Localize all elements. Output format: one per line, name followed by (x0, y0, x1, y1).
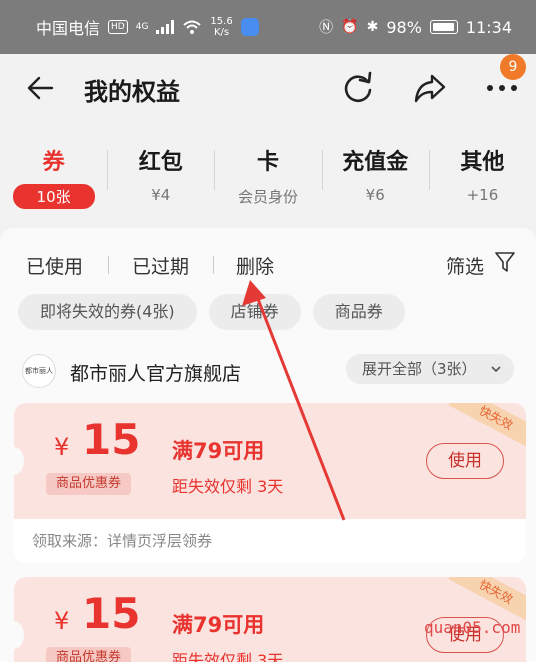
tab-coupons[interactable]: 券 10张 (0, 122, 107, 218)
nfc-icon: Ⓝ (319, 20, 334, 36)
coupon-type-badge: 商品优惠券 (46, 473, 132, 495)
coupon-source: 领取来源：详情页浮层领券 (14, 519, 526, 563)
divider (108, 256, 109, 274)
carrier-label: 中国电信 (36, 19, 101, 38)
currency-symbol: ¥ (54, 607, 70, 635)
bluetooth-icon: ✱ (366, 19, 379, 35)
quick-filter-chips: 即将失效的券(4张) 店铺券 商品券 (18, 294, 405, 330)
back-arrow-icon[interactable] (26, 74, 54, 102)
ticket-notch (14, 621, 24, 649)
notification-badge: 9 (500, 54, 526, 80)
chip-expiring-soon[interactable]: 即将失效的券(4张) (18, 294, 197, 330)
share-icon[interactable] (412, 70, 448, 106)
battery-percent: 98% (386, 17, 422, 37)
coupon-amount: 15 (82, 415, 141, 464)
funnel-icon[interactable] (494, 250, 516, 274)
ticket-notch (14, 447, 24, 475)
signal-icon (156, 20, 175, 34)
store-name[interactable]: 都市丽人官方旗舰店 (70, 359, 241, 386)
network-speed: 15.6 K/s (210, 16, 233, 38)
tab-label: 充值金 (342, 150, 409, 175)
store-header: 都市丽人 都市丽人官方旗舰店 展开全部（3张） (22, 354, 516, 388)
battery-icon (429, 20, 458, 34)
tab-label: 券 (42, 150, 65, 175)
filter-button[interactable]: 筛选 (446, 252, 484, 279)
tab-label: 红包 (138, 150, 183, 175)
tab-others[interactable]: 其他 +16 (428, 122, 536, 218)
coupon-condition: 满79可用 (172, 439, 265, 463)
expand-label: 展开全部（3张） (362, 360, 477, 378)
tab-value: +16 (466, 186, 499, 204)
coupon-card: ¥ 15 商品优惠券 满79可用 距失效仅剩 3天 使用 快失效 领取来源：详情… (14, 403, 526, 563)
coupon-type-badge: 商品优惠券 (46, 647, 132, 662)
currency-symbol: ¥ (54, 433, 70, 461)
hd-icon: HD (108, 20, 128, 34)
clock: 11:34 (465, 17, 512, 37)
divider (213, 256, 214, 274)
expired-filter[interactable]: 已过期 (132, 252, 189, 279)
tab-red-packets[interactable]: 红包 ¥4 (107, 122, 214, 218)
expand-all-button[interactable]: 展开全部（3张） (346, 354, 514, 384)
watermark-text: quan05.com (424, 618, 521, 637)
coupon-body: ¥ 15 商品优惠券 满79可用 距失效仅剩 3天 使用 快失效 (14, 403, 526, 519)
coupon-condition: 满79可用 (172, 613, 265, 637)
coupon-expiry: 距失效仅剩 3天 (172, 651, 284, 662)
tab-value: 会员身份 (238, 188, 299, 206)
tab-label: 卡 (257, 150, 280, 175)
tab-cards[interactable]: 卡 会员身份 (214, 122, 321, 218)
tab-count: 10张 (12, 184, 95, 209)
store-logo[interactable]: 都市丽人 (22, 354, 56, 388)
tab-value: ¥4 (151, 186, 171, 204)
alarm-icon: ⏰ (341, 19, 359, 35)
coupon-amount: 15 (82, 589, 141, 638)
delete-button[interactable]: 删除 (236, 252, 274, 279)
status-bar: 中国电信 HD 4G 15.6 K/s Ⓝ ⏰ ✱ 98% 11:34 (0, 0, 536, 54)
app-notification-icon (240, 18, 259, 36)
tab-recharge[interactable]: 充值金 ¥6 (321, 122, 429, 218)
coupon-panel: 已使用 已过期 删除 筛选 即将失效的券(4张) 店铺券 商品券 都市丽人 都市… (0, 228, 536, 662)
tab-value: ¥6 (365, 186, 385, 204)
coupon-expiry: 距失效仅剩 3天 (172, 477, 284, 496)
app-header: 我的权益 9 (0, 54, 536, 122)
wifi-icon (183, 20, 202, 34)
used-filter[interactable]: 已使用 (26, 252, 83, 279)
use-coupon-button[interactable]: 使用 (426, 443, 504, 479)
filter-row: 已使用 已过期 删除 筛选 (0, 248, 536, 280)
network-label: 4G (135, 22, 149, 32)
tab-label: 其他 (460, 150, 505, 175)
page-title: 我的权益 (84, 78, 180, 106)
benefit-category-tabs: 券 10张 红包 ¥4 卡 会员身份 充值金 ¥6 其他 +16 (0, 122, 536, 218)
chip-store-coupons[interactable]: 店铺券 (208, 294, 301, 330)
refresh-icon[interactable] (340, 70, 376, 106)
chip-product-coupons[interactable]: 商品券 (312, 294, 405, 330)
chevron-down-icon (491, 366, 501, 373)
